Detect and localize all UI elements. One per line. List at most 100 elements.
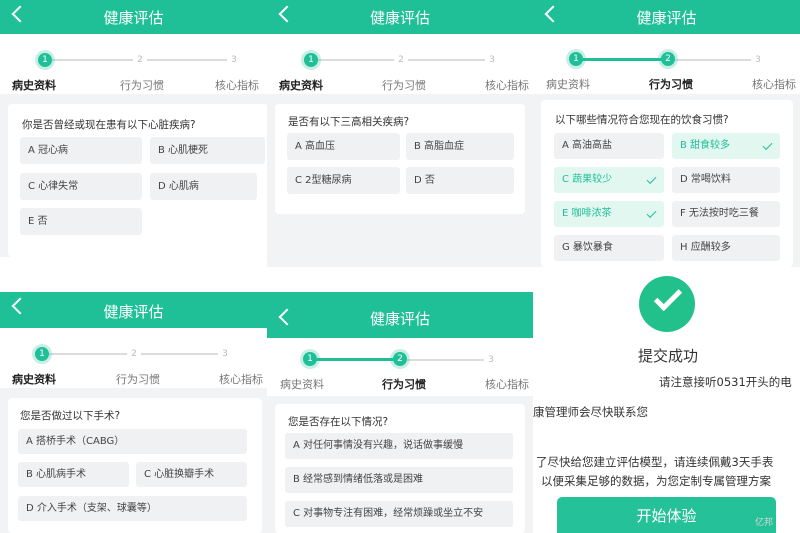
step-progress: 1 2 3 病史资料 行为习惯 核心指标	[533, 34, 800, 94]
option-e[interactable]: E 否	[20, 208, 142, 235]
option-a[interactable]: A 高血压	[287, 133, 400, 160]
step-label-core[interactable]: 核心指标	[485, 77, 529, 93]
notice-line-2: 康管理师会尽快联系您	[533, 405, 648, 419]
option-h[interactable]: H 应酬较多	[672, 235, 780, 261]
option-f[interactable]: F 无法按时吃三餐	[672, 201, 780, 227]
page-title: 健康评估	[369, 310, 430, 328]
step-label-core[interactable]: 核心指标	[752, 76, 796, 92]
step-dot-1: 1	[303, 352, 317, 366]
step-dot-1: 1	[569, 52, 583, 66]
option-b[interactable]: B 心肌梗死	[150, 137, 265, 164]
option-d[interactable]: D 介入手术（支架、球囊等）	[18, 496, 247, 521]
step-line-done	[315, 358, 401, 361]
option-c-selected[interactable]: C 蔬果较少	[554, 167, 664, 193]
step-label-history[interactable]: 病史资料	[12, 77, 56, 93]
question-card: 你是否曾经或现在患有以下心脏疾病? A 冠心病 B 心肌梗死 C 心律失常 D …	[8, 104, 267, 257]
step-label-history[interactable]: 病史资料	[546, 76, 590, 92]
page-title: 健康评估	[103, 303, 164, 321]
option-a[interactable]: A 搭桥手术（CABG）	[18, 429, 247, 454]
notice-line-1: 请注意接听0531开头的电	[659, 375, 792, 389]
start-experience-button[interactable]: 开始体验	[557, 497, 776, 533]
option-a[interactable]: A 冠心病	[20, 137, 142, 164]
header-bar: 健康评估	[267, 292, 533, 338]
question-text: 以下哪些情况符合您现在的饮食习惯?	[555, 114, 729, 126]
option-g[interactable]: G 暴饮暴食	[554, 235, 664, 261]
option-b[interactable]: B 高脂血症	[406, 133, 514, 160]
option-label: B 甜食较多	[680, 140, 731, 151]
screen-three-highs: 健康评估 1 2 3 病史资料 行为习惯 核心指标 是否有以下三高相关疾病? A…	[267, 0, 533, 267]
header-bar: 健康评估	[533, 0, 800, 34]
success-title: 提交成功	[638, 347, 699, 365]
page-title: 健康评估	[103, 9, 164, 27]
question-text: 你是否曾经或现在患有以下心脏疾病?	[22, 119, 196, 131]
step-line-done	[581, 58, 671, 61]
screen-mood: 健康评估 1 2 3 病史资料 行为习惯 核心指标 您是否存在以下情况? A 对…	[267, 292, 533, 533]
step-label-core[interactable]: 核心指标	[485, 376, 529, 392]
step-label-core[interactable]: 核心指标	[219, 371, 263, 387]
step-progress: 1 2 3 病史资料 行为习惯 核心指标	[267, 34, 533, 94]
screen-diet-habits: 健康评估 1 2 3 病史资料 行为习惯 核心指标 以下哪些情况符合您现在的饮食…	[533, 0, 800, 267]
watermark: 亿邦	[755, 518, 774, 528]
step-label-habits[interactable]: 行为习惯	[116, 371, 160, 387]
step-label-history[interactable]: 病史资料	[279, 77, 323, 93]
check-icon	[762, 140, 773, 150]
check-icon	[646, 174, 657, 184]
option-c[interactable]: C 心脏换瓣手术	[136, 462, 247, 487]
step-progress: 1 2 3 病史资料 行为习惯 核心指标	[0, 34, 267, 94]
screen-heart-disease: 健康评估 1 2 3 病史资料 行为习惯 核心指标 你是否曾经或现在患有以下心脏…	[0, 0, 267, 257]
option-b[interactable]: B 经常感到情绪低落或是困难	[285, 467, 513, 493]
step-label-core[interactable]: 核心指标	[215, 77, 259, 93]
check-icon	[646, 208, 657, 218]
question-text: 您是否做过以下手术?	[20, 410, 121, 422]
option-a[interactable]: A 高油高盐	[554, 133, 664, 159]
step-dot-3: 3	[485, 53, 499, 67]
step-dot-2: 2	[393, 352, 407, 366]
question-text: 您是否存在以下情况?	[288, 416, 389, 428]
option-d[interactable]: D 否	[406, 167, 514, 194]
step-label-habits[interactable]: 行为习惯	[649, 76, 693, 92]
option-a[interactable]: A 对任何事情没有兴趣，说话做事缓慢	[285, 433, 513, 459]
step-dot-2: 2	[394, 53, 408, 67]
header-bar: 健康评估	[0, 0, 267, 34]
option-d[interactable]: D 心肌病	[150, 173, 257, 200]
option-label: E 咖啡浓茶	[562, 208, 612, 219]
step-dot-3: 3	[218, 347, 232, 361]
step-dot-3: 3	[484, 353, 498, 367]
option-b[interactable]: B 心肌病手术	[18, 462, 129, 487]
option-label: C 蔬果较少	[562, 174, 613, 185]
step-label-history[interactable]: 病史资料	[280, 376, 324, 392]
step-dot-1: 1	[38, 53, 52, 67]
header-bar: 健康评估	[267, 0, 533, 34]
step-dot-1: 1	[304, 53, 318, 67]
option-d[interactable]: D 常喝饮料	[672, 167, 780, 193]
question-card: 是否有以下三高相关疾病? A 高血压 B 高脂血症 C 2型糖尿病 D 否	[275, 104, 525, 214]
step-label-history[interactable]: 病史资料	[12, 371, 56, 387]
option-c[interactable]: C 2型糖尿病	[287, 167, 400, 194]
question-card: 您是否存在以下情况? A 对任何事情没有兴趣，说话做事缓慢 B 经常感到情绪低落…	[275, 404, 525, 533]
success-check-icon	[639, 276, 695, 332]
question-text: 是否有以下三高相关疾病?	[288, 116, 410, 128]
option-b-selected[interactable]: B 甜食较多	[672, 133, 780, 159]
step-line	[401, 359, 491, 361]
step-dot-2: 2	[127, 347, 141, 361]
option-c[interactable]: C 对事物专注有困难，经常烦躁或坐立不安	[285, 501, 513, 527]
step-dot-1: 1	[35, 347, 49, 361]
page-title: 健康评估	[636, 9, 697, 27]
option-c[interactable]: C 心律失常	[20, 173, 142, 200]
step-dot-2: 2	[661, 52, 675, 66]
option-e-selected[interactable]: E 咖啡浓茶	[554, 201, 664, 227]
screen-submit-success: 提交成功 请注意接听0531开头的电 康管理师会尽快联系您 了尽快给您建立评估模…	[533, 267, 800, 533]
step-progress: 1 2 3 病史资料 行为习惯 核心指标	[0, 328, 267, 388]
question-card: 您是否做过以下手术? A 搭桥手术（CABG） B 心肌病手术 C 心脏换瓣手术…	[8, 398, 262, 533]
screen-surgery: 健康评估 1 2 3 病史资料 行为习惯 核心指标 您是否做过以下手术? A 搭…	[0, 292, 267, 533]
step-dot-2: 2	[133, 53, 147, 67]
header-bar: 健康评估	[0, 292, 267, 328]
step-progress: 1 2 3 病史资料 行为习惯 核心指标	[267, 338, 533, 396]
step-label-habits[interactable]: 行为习惯	[120, 77, 164, 93]
notice-line-4: 以便采集足够的数据，为您定制专属管理方案	[541, 474, 771, 488]
step-label-habits[interactable]: 行为习惯	[382, 376, 426, 392]
step-label-habits[interactable]: 行为习惯	[382, 77, 426, 93]
step-dot-3: 3	[751, 53, 765, 67]
question-card: 以下哪些情况符合您现在的饮食习惯? A 高油高盐 B 甜食较多 C 蔬果较少 D…	[541, 100, 793, 267]
step-dot-3: 3	[227, 53, 241, 67]
